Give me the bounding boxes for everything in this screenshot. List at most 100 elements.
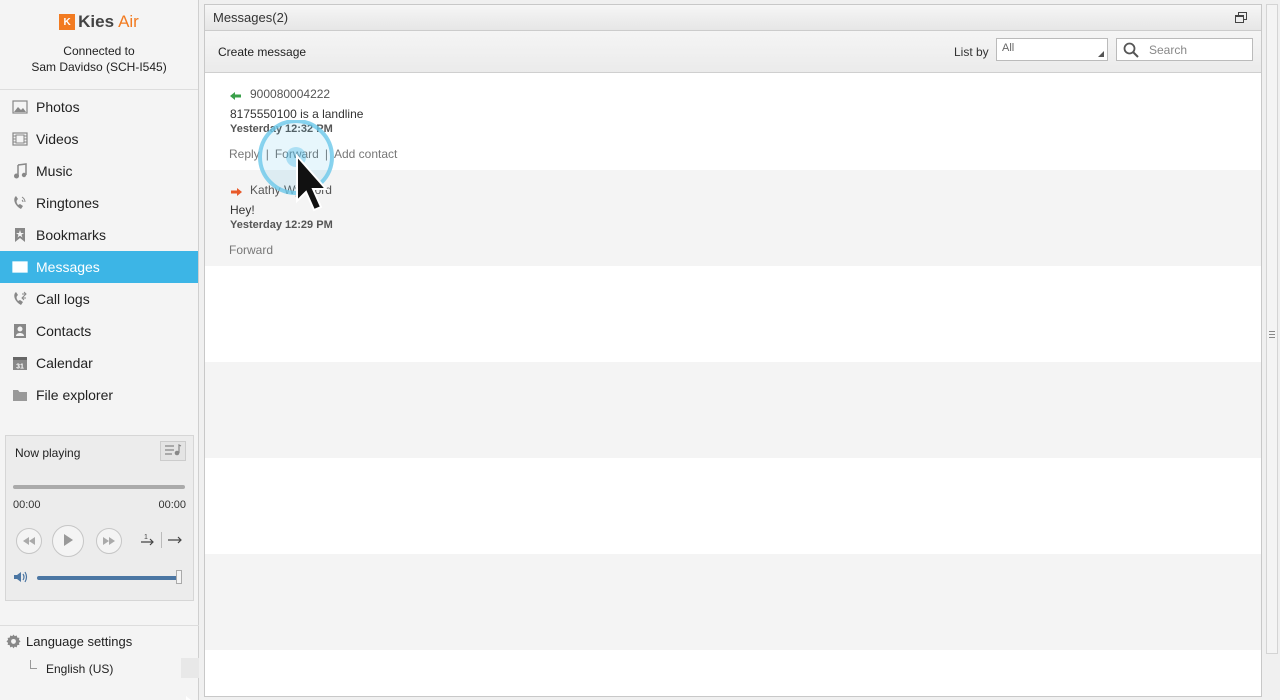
language-selector[interactable]: English (US)	[46, 662, 113, 676]
outgoing-arrow-icon	[230, 184, 242, 199]
sidebar-item-messages[interactable]: Messages	[0, 251, 198, 283]
arrow-right-icon	[166, 535, 184, 550]
search-icon	[1123, 42, 1139, 58]
message-time: Yesterday 12:29 PM	[230, 219, 333, 231]
add-contact-link[interactable]: Add contact	[334, 147, 397, 161]
sidebar-item-videos[interactable]: Videos	[0, 123, 198, 155]
message-sender: 900080004222	[250, 87, 331, 101]
message-body: Hey!	[230, 203, 255, 217]
sidebar-item-label: File explorer	[36, 387, 114, 403]
list-by-select[interactable]: All	[996, 38, 1108, 61]
sidebar-item-calendar[interactable]: 31 Calendar	[0, 347, 198, 379]
sidebar-item-ringtones[interactable]: Ringtones	[0, 187, 198, 219]
sidebar-item-label: Videos	[36, 131, 79, 147]
sidebar-item-label: Music	[36, 163, 73, 179]
music-icon	[12, 163, 28, 179]
app-logo: K Kies Air	[0, 0, 198, 40]
video-icon	[12, 131, 28, 147]
kies-logo-mark: K	[59, 14, 76, 30]
shuffle-mode-button[interactable]	[166, 533, 184, 550]
logo-word: Kies	[78, 12, 115, 31]
message-time: Yesterday 12:32 PM	[230, 123, 333, 135]
message-sender: Kathy Wyngord	[250, 183, 332, 197]
folder-icon	[12, 387, 28, 403]
panel-titlebar: Messages(2)	[205, 5, 1261, 31]
phone-icon	[12, 291, 28, 307]
fast-forward-button[interactable]	[96, 528, 122, 554]
sidebar-item-label: Ringtones	[36, 195, 100, 211]
message-item[interactable]: 900080004222 8175550100 is a landline Ye…	[205, 74, 1261, 170]
scrollbar-grip[interactable]	[1269, 331, 1275, 338]
volume-icon[interactable]	[13, 570, 31, 587]
sidebar-item-label: Calendar	[36, 355, 93, 371]
empty-row	[205, 458, 1261, 554]
now-playing-panel: Now playing 00:00 00:00 1	[5, 435, 194, 601]
sidebar-item-label: Call logs	[36, 291, 90, 307]
total-time: 00:00	[158, 499, 186, 511]
tree-connector	[30, 660, 37, 669]
message-actions: Reply | Forward | Add contact	[229, 147, 397, 161]
logo-suffix: Air	[118, 12, 139, 31]
reply-link[interactable]: Reply	[229, 147, 260, 161]
sidebar-item-music[interactable]: Music	[0, 155, 198, 187]
create-message-button[interactable]: Create message	[218, 45, 306, 59]
message-actions: Forward	[229, 243, 273, 257]
message-item[interactable]: Kathy Wyngord Hey! Yesterday 12:29 PM Fo…	[205, 170, 1261, 266]
volume-slider[interactable]	[37, 576, 182, 580]
vertical-scrollbar[interactable]	[1266, 4, 1278, 654]
message-list: 900080004222 8175550100 is a landline Ye…	[205, 74, 1261, 650]
playlist-icon	[164, 443, 182, 460]
language-settings-label: Language settings	[26, 634, 133, 649]
playlist-button[interactable]	[160, 441, 186, 461]
elapsed-time: 00:00	[13, 499, 41, 511]
repeat-one-button[interactable]: 1	[140, 533, 158, 550]
search-box[interactable]	[1116, 38, 1253, 61]
restore-window-icon[interactable]	[1235, 11, 1247, 23]
empty-row	[205, 266, 1261, 362]
search-input[interactable]	[1149, 42, 1239, 57]
empty-row	[205, 554, 1261, 650]
play-button[interactable]	[52, 525, 84, 557]
fast-forward-icon	[102, 534, 116, 549]
separator: |	[265, 147, 269, 161]
messages-panel: Messages(2) Create message List by All 9…	[204, 4, 1262, 697]
photo-icon	[12, 99, 28, 115]
list-by-value: All	[1002, 42, 1015, 54]
sidebar-item-photos[interactable]: Photos	[0, 91, 198, 123]
sidebar-item-bookmarks[interactable]: Bookmarks	[0, 219, 198, 251]
now-playing-title: Now playing	[15, 446, 81, 460]
forward-link[interactable]: Forward	[229, 243, 273, 257]
language-settings-heading: Language settings	[6, 634, 132, 649]
sidebar-item-label: Photos	[36, 99, 80, 115]
rewind-button[interactable]	[16, 528, 42, 554]
language-expand-button[interactable]	[181, 658, 199, 700]
sidebar-item-label: Messages	[36, 259, 100, 275]
sidebar-item-call-logs[interactable]: Call logs	[0, 283, 198, 315]
calendar-icon: 31	[12, 355, 28, 371]
play-icon	[62, 533, 74, 550]
page-title: Messages(2)	[213, 10, 289, 25]
sidebar-nav: Photos Videos Music Ringtones Bookmarks …	[0, 91, 198, 411]
divider	[161, 532, 162, 548]
chevron-right-icon	[186, 696, 191, 700]
sidebar-item-contacts[interactable]: Contacts	[0, 315, 198, 347]
sidebar-item-label: Contacts	[36, 323, 92, 339]
forward-link[interactable]: Forward	[275, 147, 319, 161]
list-by-label: List by	[954, 45, 989, 59]
sidebar-item-label: Bookmarks	[36, 227, 107, 243]
ringtone-icon	[12, 195, 28, 211]
repeat-one-label: 1	[144, 534, 148, 541]
gear-icon	[6, 634, 21, 649]
repeat-one-icon: 1	[140, 534, 158, 550]
empty-row	[205, 362, 1261, 458]
connection-status: Connected to Sam Davidso (SCH-I545)	[0, 40, 198, 90]
sidebar: K Kies Air Connected to Sam Davidso (SCH…	[0, 0, 199, 700]
messages-toolbar: Create message List by All	[205, 31, 1261, 73]
connection-label: Connected to	[63, 44, 135, 58]
sidebar-item-file-explorer[interactable]: File explorer	[0, 379, 198, 411]
message-body: 8175550100 is a landline	[230, 107, 364, 121]
volume-slider-handle[interactable]	[176, 570, 182, 584]
svg-text:31: 31	[16, 364, 24, 371]
contact-icon	[12, 323, 28, 339]
playback-progress-bar[interactable]	[13, 485, 185, 489]
